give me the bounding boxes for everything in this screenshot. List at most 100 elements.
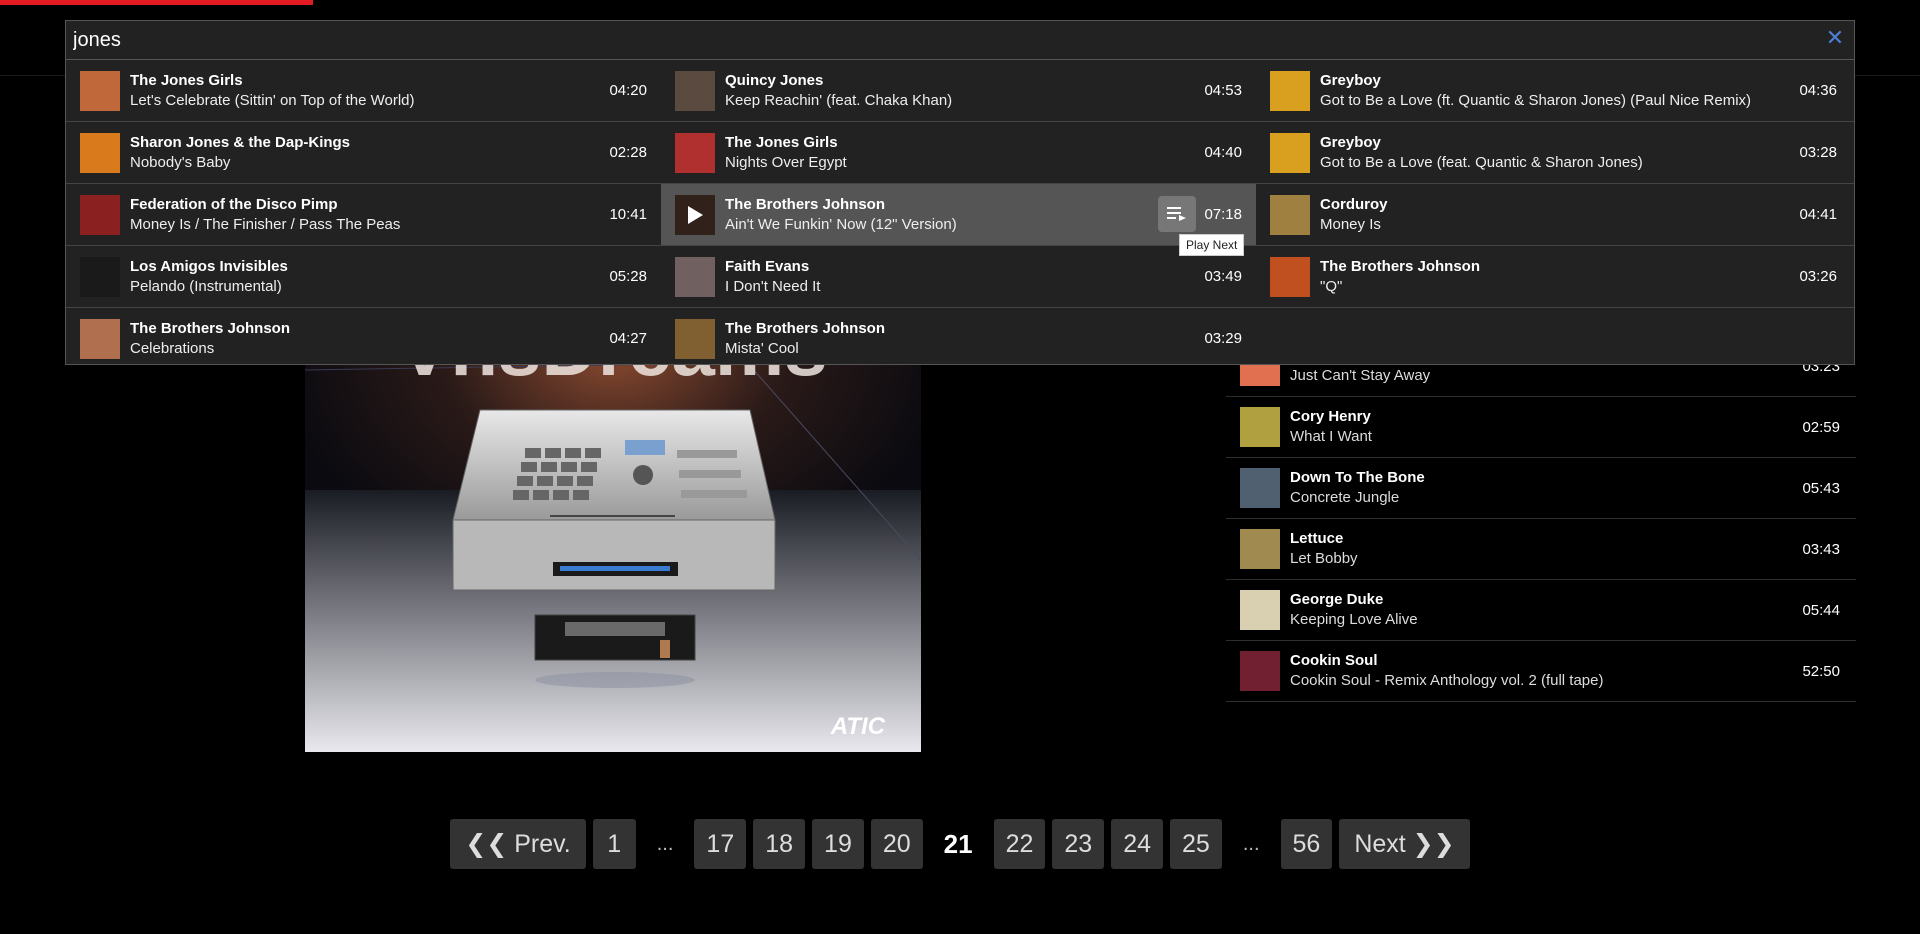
search-results: The Jones Girls Let's Celebrate (Sittin' … [66,60,1854,369]
track-title: What I Want [1290,428,1372,445]
result-duration: 04:20 [609,82,647,99]
search-result[interactable]: Greyboy Got to Be a Love (feat. Quantic &… [1256,122,1851,183]
result-artist: The Brothers Johnson [725,195,886,213]
result-duration: 07:18 [1204,206,1242,223]
page-button[interactable]: 19 [812,819,864,869]
results-row: The Brothers Johnson Celebrations 04:27 The… [66,308,1854,369]
search-result[interactable]: Federation of the Disco Pimp Money Is / T… [66,184,661,245]
result-text: The Jones Girls Nights Over Egypt [725,133,847,173]
track-title: Concrete Jungle [1290,489,1400,506]
prev-page-button[interactable]: ❮❮ Prev. [450,819,586,869]
result-text: Federation of the Disco Pimp Money Is / T… [130,195,400,235]
result-text: Corduroy Money Is [1320,195,1388,235]
page-button[interactable]: 20 [870,819,923,869]
result-thumbnail [1270,194,1310,235]
playback-progress-bar[interactable] [0,0,1920,5]
track-text: Down To The Bone Concrete Jungle [1290,468,1856,508]
play-icon[interactable] [675,194,715,235]
search-overlay: ✕ The Jones Girls Let's Celebrate (Sittin… [65,20,1855,365]
result-duration: 03:28 [1799,144,1837,161]
search-result[interactable]: The Brothers Johnson "Q" 03:26 [1256,246,1851,307]
search-result[interactable]: The Brothers Johnson Mista' Cool 03:29 [661,308,1256,369]
search-bar: ✕ [66,21,1854,60]
play-next-tooltip: Play Next [1179,234,1245,256]
page-ellipsis: ... [656,832,674,855]
result-duration: 04:27 [609,330,647,347]
track-artist: Down To The Bone [1290,469,1425,486]
track-artist: George Duke [1290,591,1384,608]
close-icon[interactable]: ✕ [1822,25,1848,51]
result-thumbnail [1270,70,1310,111]
result-artist: Federation of the Disco Pimp [130,195,338,213]
track-row[interactable]: Cory Henry What I Want 02:59 [1226,397,1856,458]
search-result[interactable]: The Jones Girls Let's Celebrate (Sittin' … [66,60,661,121]
result-title: Got to Be a Love (ft. Quantic & Sharon J… [1320,91,1752,109]
track-row[interactable]: George Duke Keeping Love Alive 05:44 [1226,580,1856,641]
search-result[interactable]: Faith Evans I Don't Need It 03:49 [661,246,1256,307]
result-duration: 10:41 [609,206,647,223]
track-thumbnail [1240,529,1280,569]
result-artist: The Brothers Johnson [130,319,291,337]
results-row: The Jones Girls Let's Celebrate (Sittin' … [66,60,1854,122]
result-duration: 04:40 [1204,144,1242,161]
track-row[interactable]: Down To The Bone Concrete Jungle 05:43 [1226,458,1856,519]
result-text: The Brothers Johnson Mista' Cool [725,319,885,359]
page-button-first[interactable]: 1 [592,819,636,869]
result-text: The Brothers Johnson Celebrations [130,319,290,359]
track-title: Let Bobby [1290,550,1358,567]
result-text: Los Amigos Invisibles Pelando (Instrument… [130,257,288,297]
result-thumbnail [80,318,120,359]
result-text: The Brothers Johnson "Q" [1320,257,1480,297]
pagination: ❮❮ Prev. 1 ... 17 18 19 20 21 22 23 24 2… [0,818,1920,870]
result-title: Nobody's Baby [130,153,231,171]
page-button[interactable]: 22 [993,819,1046,869]
result-title: Celebrations [130,339,215,357]
track-row[interactable]: Lettuce Let Bobby 03:43 [1226,519,1856,580]
page-ellipsis: ... [1242,832,1260,855]
result-text: Quincy Jones Keep Reachin' (feat. Chaka K… [725,71,952,111]
album-label-logo: ATIC [830,713,886,740]
results-row: Federation of the Disco Pimp Money Is / T… [66,184,1854,246]
result-artist: The Brothers Johnson [725,319,886,337]
result-thumbnail [675,318,715,359]
search-result[interactable]: Sharon Jones & the Dap-Kings Nobody's Bab… [66,122,661,183]
current-page: 21 [943,828,973,859]
page-button[interactable]: 23 [1052,819,1105,869]
page-button[interactable]: 24 [1111,819,1164,869]
track-duration: 52:50 [1802,662,1840,680]
result-artist: Los Amigos Invisibles [130,257,288,275]
track-title: Cookin Soul - Remix Anthology vol. 2 (fu… [1290,672,1604,689]
result-artist: Corduroy [1320,195,1388,213]
result-thumbnail [80,256,120,297]
result-title: Got to Be a Love (feat. Quantic & Sharon… [1320,153,1643,171]
next-page-button[interactable]: Next ❯❯ [1339,819,1470,869]
play-next-queue-icon[interactable] [1158,196,1196,232]
result-artist: The Jones Girls [725,133,838,151]
result-title: Money Is [1320,215,1381,233]
page-button[interactable]: 25 [1170,819,1222,869]
track-title: Keeping Love Alive [1290,611,1418,628]
search-result[interactable]: The Brothers Johnson Celebrations 04:27 [66,308,661,369]
result-thumbnail [1270,132,1310,173]
track-title: Just Can't Stay Away [1290,367,1431,384]
search-result[interactable]: Quincy Jones Keep Reachin' (feat. Chaka K… [661,60,1256,121]
result-duration: 05:28 [609,268,647,285]
track-list: Don BlackmanJust Can't Stay Away03:23Cor… [1226,336,1856,702]
result-artist: Faith Evans [725,257,810,275]
page-button[interactable]: 17 [694,819,747,869]
result-duration: 03:26 [1799,268,1837,285]
result-thumbnail [675,132,715,173]
search-result[interactable]: Corduroy Money Is 04:41 [1256,184,1851,245]
track-artist: Cookin Soul [1290,652,1378,669]
track-row[interactable]: Cookin Soul Cookin Soul - Remix Anthology… [1226,641,1856,702]
search-result[interactable]: Greyboy Got to Be a Love (ft. Quantic & S… [1256,60,1851,121]
track-duration: 02:59 [1802,418,1840,436]
search-input[interactable] [71,23,1795,57]
track-artist: Cory Henry [1290,408,1371,425]
search-result[interactable]: The Jones Girls Nights Over Egypt 04:40 [661,122,1256,183]
page-button[interactable]: 18 [753,819,806,869]
result-artist: The Brothers Johnson [1320,257,1481,275]
search-result[interactable]: Los Amigos Invisibles Pelando (Instrument… [66,246,661,307]
page-button-last[interactable]: 56 [1280,819,1333,869]
search-result[interactable]: The Brothers Johnson Ain't We Funkin' Now… [661,184,1256,245]
